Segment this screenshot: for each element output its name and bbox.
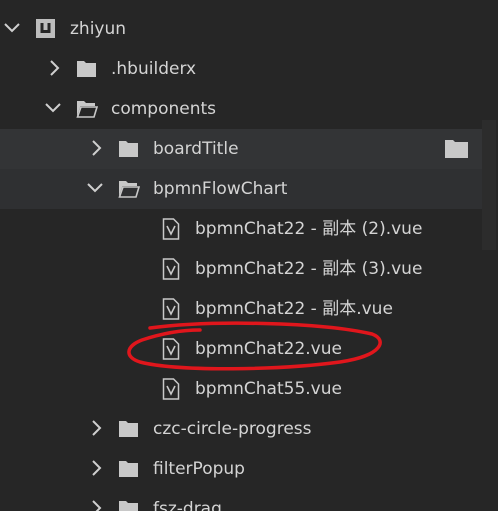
folder-icon <box>76 58 98 80</box>
chevron-right-icon[interactable] <box>85 497 107 511</box>
folder-icon <box>118 418 140 440</box>
chevron-down-icon[interactable] <box>42 97 64 119</box>
chevron-right-icon[interactable] <box>85 417 107 439</box>
tree-item-label: boardTitle <box>153 139 239 159</box>
folder-icon <box>118 138 140 160</box>
tree-item-file[interactable]: bpmnChat55.vue <box>0 369 498 409</box>
tree-item-label: zhiyun <box>70 19 127 39</box>
vue-file-icon <box>162 258 184 280</box>
tree-item-boardtitle[interactable]: boardTitle <box>0 129 482 169</box>
scrollbar-track[interactable] <box>482 0 498 511</box>
project-icon <box>35 18 57 40</box>
chevron-right-icon[interactable] <box>43 57 65 79</box>
folder-icon <box>118 498 140 511</box>
tree-item-file[interactable]: bpmnChat22 - 副本 (2).vue <box>0 209 498 249</box>
folder-icon[interactable] <box>444 138 470 160</box>
file-explorer-tree: zhiyun .hbuilderx components boardTitle … <box>0 0 498 511</box>
tree-item-label: bpmnChat22 - 副本.vue <box>195 299 393 319</box>
scrollbar-thumb[interactable] <box>482 120 496 250</box>
folder-open-icon <box>76 98 98 120</box>
tree-item-label: bpmnChat22 - 副本 (2).vue <box>195 219 423 239</box>
tree-item-components[interactable]: components <box>0 89 498 129</box>
tree-item-file[interactable]: bpmnChat22 - 副本 (3).vue <box>0 249 498 289</box>
chevron-right-icon[interactable] <box>85 457 107 479</box>
chevron-right-icon[interactable] <box>85 137 107 159</box>
tree-item-filterpopup[interactable]: filterPopup <box>0 449 498 489</box>
tree-item-project[interactable]: zhiyun <box>0 9 498 49</box>
folder-icon <box>118 458 140 480</box>
tree-item-fsz-drag[interactable]: fsz-drag <box>0 489 498 511</box>
tree-item-label: fsz-drag <box>153 499 222 511</box>
vue-file-icon <box>162 218 184 240</box>
chevron-down-icon[interactable] <box>1 17 23 39</box>
tree-item-file[interactable]: bpmnChat22 - 副本.vue <box>0 289 498 329</box>
vue-file-icon <box>162 338 184 360</box>
tree-item-bpmnflowchart[interactable]: bpmnFlowChart <box>0 169 482 209</box>
vue-file-icon <box>162 298 184 320</box>
tree-item-file[interactable]: bpmnChat22.vue <box>0 329 498 369</box>
tree-item-czc-circle-progress[interactable]: czc-circle-progress <box>0 409 498 449</box>
tree-item-label: .hbuilderx <box>111 59 197 79</box>
tree-item-label: filterPopup <box>153 459 245 479</box>
vue-file-icon <box>162 378 184 400</box>
tree-item-label: components <box>111 99 217 119</box>
chevron-down-icon[interactable] <box>84 177 106 199</box>
tree-item-label: bpmnChat22 - 副本 (3).vue <box>195 259 423 279</box>
tree-item-label: bpmnFlowChart <box>153 179 288 199</box>
tree-item-hbuilderx[interactable]: .hbuilderx <box>0 49 498 89</box>
folder-open-icon <box>118 178 140 200</box>
tree-item-label: bpmnChat22.vue <box>195 339 342 359</box>
tree-item-label: czc-circle-progress <box>153 419 312 439</box>
tree-item-label: bpmnChat55.vue <box>195 379 342 399</box>
